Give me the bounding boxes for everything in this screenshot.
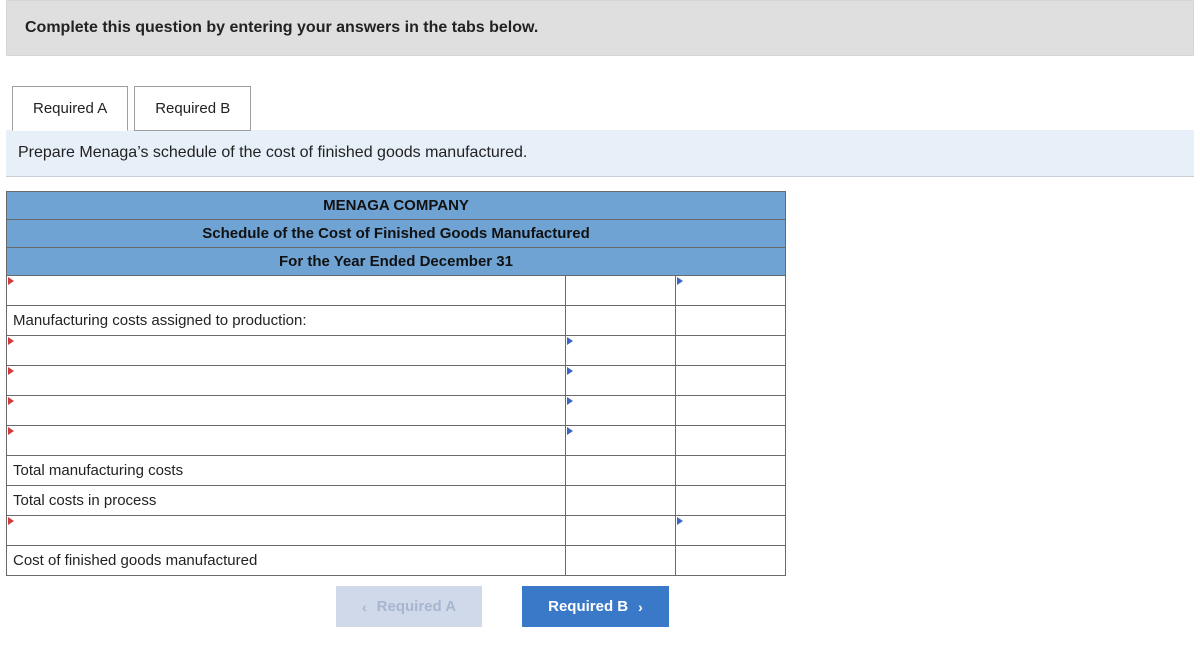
cell-input[interactable] (7, 276, 566, 306)
table-row: Total costs in process (7, 486, 786, 516)
instruction-text: Complete this question by entering your … (25, 19, 538, 36)
cell-input[interactable] (566, 426, 676, 456)
cell-input[interactable] (566, 396, 676, 426)
cell-input[interactable] (676, 456, 786, 486)
next-button[interactable]: Required B › (522, 586, 669, 627)
cell-input[interactable] (566, 336, 676, 366)
cell-input[interactable] (7, 426, 566, 456)
cell-empty (566, 516, 676, 546)
cell-input[interactable] (566, 276, 676, 306)
table-row (7, 426, 786, 456)
chevron-left-icon: ‹ (362, 599, 367, 615)
nav-buttons: ‹ Required A Required B › (6, 586, 1194, 627)
tab-required-a[interactable]: Required A (12, 86, 128, 131)
table-header-company: MENAGA COMPANY (7, 192, 786, 220)
cell-label: Total costs in process (7, 486, 566, 516)
cell-input[interactable] (676, 546, 786, 576)
tab-required-b[interactable]: Required B (134, 86, 251, 131)
tab-label: Required B (155, 100, 230, 117)
table-row (7, 366, 786, 396)
cell-label: Total manufacturing costs (7, 456, 566, 486)
cell-label: Manufacturing costs assigned to producti… (7, 306, 566, 336)
cell-input[interactable] (566, 456, 676, 486)
cell-empty (566, 306, 676, 336)
table-header-period: For the Year Ended December 31 (7, 248, 786, 276)
table-row (7, 276, 786, 306)
cell-input[interactable] (676, 516, 786, 546)
question-prompt: Prepare Menaga’s schedule of the cost of… (6, 130, 1194, 177)
tabs-row: Required A Required B (6, 86, 1194, 131)
cell-input[interactable] (566, 366, 676, 396)
cell-empty (566, 486, 676, 516)
cell-input[interactable] (676, 486, 786, 516)
cell-input[interactable] (7, 516, 566, 546)
next-label: Required B (548, 598, 628, 615)
cell-empty (676, 426, 786, 456)
cell-label: Cost of finished goods manufactured (7, 546, 566, 576)
cell-empty (676, 366, 786, 396)
cell-input[interactable] (7, 396, 566, 426)
table-row (7, 336, 786, 366)
table-row: Manufacturing costs assigned to producti… (7, 306, 786, 336)
cell-input[interactable] (7, 336, 566, 366)
chevron-right-icon: › (638, 599, 643, 615)
cell-input[interactable] (7, 366, 566, 396)
cell-empty (676, 306, 786, 336)
table-row (7, 396, 786, 426)
cell-empty (676, 336, 786, 366)
prompt-text: Prepare Menaga’s schedule of the cost of… (18, 144, 527, 161)
schedule-table: MENAGA COMPANY Schedule of the Cost of F… (6, 191, 786, 576)
instruction-banner: Complete this question by entering your … (6, 0, 1194, 56)
table-row: Total manufacturing costs (7, 456, 786, 486)
cell-empty (566, 546, 676, 576)
table-row (7, 516, 786, 546)
prev-label: Required A (377, 598, 456, 615)
table-header-title: Schedule of the Cost of Finished Goods M… (7, 220, 786, 248)
prev-button: ‹ Required A (336, 586, 482, 627)
cell-empty (676, 396, 786, 426)
tab-label: Required A (33, 100, 107, 117)
cell-input[interactable] (676, 276, 786, 306)
table-row: Cost of finished goods manufactured (7, 546, 786, 576)
